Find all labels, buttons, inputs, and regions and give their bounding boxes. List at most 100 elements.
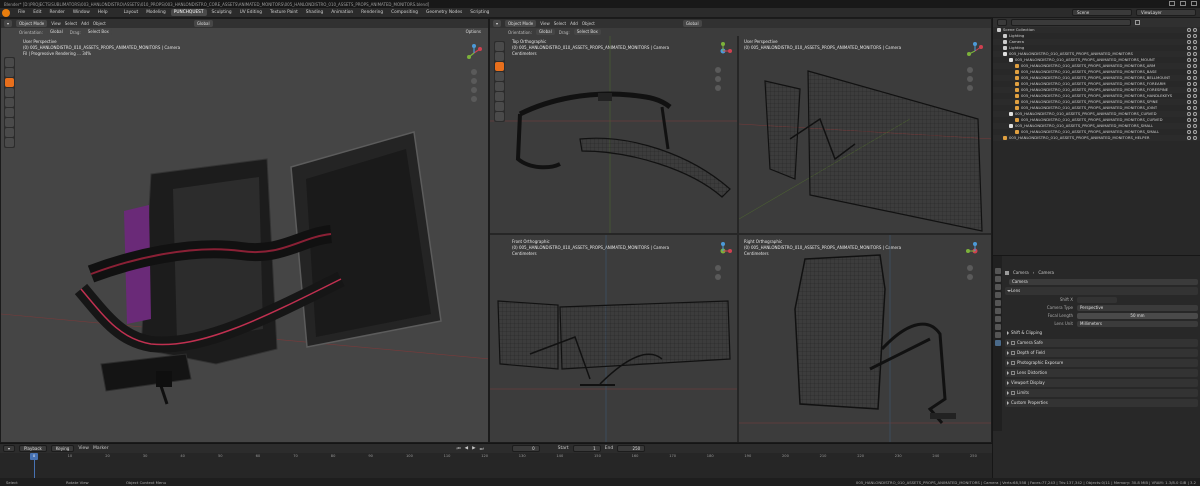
play-reverse-icon[interactable]: ◀	[465, 446, 468, 451]
eye-icon[interactable]	[1187, 100, 1191, 104]
minimize-icon[interactable]	[1169, 1, 1175, 6]
outliner-row[interactable]: 005_HANLONDISTRO_010_ASSETS_PROPS_ANIMAT…	[993, 135, 1200, 141]
eye-icon[interactable]	[1187, 64, 1191, 68]
workspace-tab-texture-paint[interactable]: Texture Paint	[267, 9, 301, 16]
dof-section[interactable]: Depth of Field	[1005, 349, 1198, 357]
end-frame-field[interactable]: 250	[617, 445, 646, 452]
lens-distortion-section[interactable]: Lens Distortion	[1005, 369, 1198, 377]
quad-measure-tool-icon[interactable]	[495, 112, 504, 121]
eye-icon[interactable]	[1187, 40, 1191, 44]
playhead[interactable]: 0	[30, 453, 38, 460]
outliner-search-input[interactable]	[1011, 19, 1131, 26]
exposure-section[interactable]: Photographic Exposure	[1005, 359, 1198, 367]
workspace-tab-geometry-nodes[interactable]: Geometry Nodes	[423, 9, 465, 16]
eye-icon[interactable]	[1187, 52, 1191, 56]
camera-render-icon[interactable]	[1193, 76, 1197, 80]
lens-section[interactable]: Lens	[1005, 287, 1198, 295]
quad-select-tool-icon[interactable]	[495, 42, 504, 51]
camera-safe-section[interactable]: Camera Safe	[1005, 339, 1198, 347]
camera-safe-checkbox[interactable]	[1011, 341, 1015, 345]
quad-move-tool-icon[interactable]	[495, 62, 504, 71]
right-ortho-pan-icon[interactable]	[967, 274, 973, 280]
shift-clipping-section[interactable]: Shift & Clipping	[1005, 329, 1198, 337]
limits-checkbox[interactable]	[1011, 391, 1015, 395]
workspace-tab-uv-editing[interactable]: UV Editing	[237, 9, 265, 16]
output-tab-icon[interactable]	[994, 284, 1001, 290]
physics-tab-icon[interactable]	[994, 324, 1001, 330]
menu-edit[interactable]: Edit	[30, 9, 44, 16]
top-ortho-pan-icon[interactable]	[715, 76, 721, 82]
lens-distortion-checkbox[interactable]	[1011, 371, 1015, 375]
eye-icon[interactable]	[1187, 118, 1191, 122]
dof-checkbox[interactable]	[1011, 351, 1015, 355]
front-ortho-pan-icon[interactable]	[715, 274, 721, 280]
exposure-checkbox[interactable]	[1011, 361, 1015, 365]
jump-end-icon[interactable]: ⏭	[480, 446, 484, 452]
view-layer-tab-icon[interactable]	[994, 292, 1001, 298]
workspace-tab-shading[interactable]: Shading	[303, 9, 326, 16]
marker-menu[interactable]: Marker	[93, 446, 109, 451]
world-tab-icon[interactable]	[994, 308, 1001, 314]
camera-render-icon[interactable]	[1193, 82, 1197, 86]
camera-render-icon[interactable]	[1193, 94, 1197, 98]
quad-annotate-tool-icon[interactable]	[495, 102, 504, 111]
timeline-view-menu[interactable]: View	[78, 446, 89, 451]
filter-icon[interactable]	[1135, 20, 1140, 25]
camera-render-icon[interactable]	[1193, 34, 1197, 38]
user-persp-zoom-icon[interactable]	[967, 67, 973, 73]
menu-render[interactable]: Render	[47, 9, 68, 16]
eye-icon[interactable]	[1187, 82, 1191, 86]
outliner-display-mode[interactable]	[997, 19, 1007, 26]
eye-icon[interactable]	[1187, 94, 1191, 98]
main-viewport[interactable]: ▾ Object Mode View Select Add Object Glo…	[0, 18, 489, 443]
camera-render-icon[interactable]	[1193, 106, 1197, 110]
workspace-tab-compositing[interactable]: Compositing	[388, 9, 421, 16]
eye-icon[interactable]	[1187, 112, 1191, 116]
maximize-icon[interactable]	[1180, 1, 1186, 6]
constraints-tab-icon[interactable]	[994, 332, 1001, 338]
quad-scale-tool-icon[interactable]	[495, 82, 504, 91]
eye-icon[interactable]	[1187, 46, 1191, 50]
top-ortho-camera-icon[interactable]	[715, 85, 721, 91]
viewport-display-section[interactable]: Viewport Display	[1005, 379, 1198, 387]
workspace-tab-scripting[interactable]: Scripting	[467, 9, 492, 16]
eye-icon[interactable]	[1187, 136, 1191, 140]
keying-menu[interactable]: Keying	[50, 445, 75, 452]
eye-icon[interactable]	[1187, 34, 1191, 38]
front-ortho-zoom-icon[interactable]	[715, 265, 721, 271]
quad-rotate-tool-icon[interactable]	[495, 72, 504, 81]
camera-datablock-field[interactable]: Camera	[1009, 278, 1198, 285]
top-ortho-zoom-icon[interactable]	[715, 67, 721, 73]
scene-tab-icon[interactable]	[994, 300, 1001, 306]
camera-render-icon[interactable]	[1193, 40, 1197, 44]
camera-render-icon[interactable]	[1193, 64, 1197, 68]
workspace-tab-rendering[interactable]: Rendering	[358, 9, 386, 16]
limits-section[interactable]: Limits	[1005, 389, 1198, 397]
quad-viewport[interactable]: ▾ Object Mode View Select Add Object Glo…	[489, 18, 992, 443]
camera-render-icon[interactable]	[1193, 130, 1197, 134]
right-ortho-zoom-icon[interactable]	[967, 265, 973, 271]
camera-render-icon[interactable]	[1193, 124, 1197, 128]
eye-icon[interactable]	[1187, 106, 1191, 110]
eye-icon[interactable]	[1187, 130, 1191, 134]
camera-render-icon[interactable]	[1193, 28, 1197, 32]
camera-render-icon[interactable]	[1193, 52, 1197, 56]
eye-icon[interactable]	[1187, 88, 1191, 92]
lens-unit-dropdown[interactable]: Millimeters	[1077, 320, 1198, 327]
timeline-editor-type[interactable]: ▾	[3, 445, 16, 452]
workspace-tab-modeling[interactable]: Modeling	[143, 9, 169, 16]
workspace-tab-animation[interactable]: Animation	[328, 9, 356, 16]
camera-render-icon[interactable]	[1193, 136, 1197, 140]
scene-selector[interactable]: Scene	[1072, 9, 1132, 16]
camera-render-icon[interactable]	[1193, 112, 1197, 116]
eye-icon[interactable]	[1187, 124, 1191, 128]
camera-render-icon[interactable]	[1193, 100, 1197, 104]
close-icon[interactable]	[1191, 1, 1197, 6]
quad-cursor-tool-icon[interactable]	[495, 52, 504, 61]
playback-menu[interactable]: Playback	[19, 445, 47, 452]
camera-render-icon[interactable]	[1193, 58, 1197, 62]
menu-window[interactable]: Window	[70, 9, 93, 16]
menu-help[interactable]: Help	[95, 9, 111, 16]
tool-tab-icon[interactable]	[994, 268, 1001, 274]
start-frame-field[interactable]: 1	[572, 445, 601, 452]
